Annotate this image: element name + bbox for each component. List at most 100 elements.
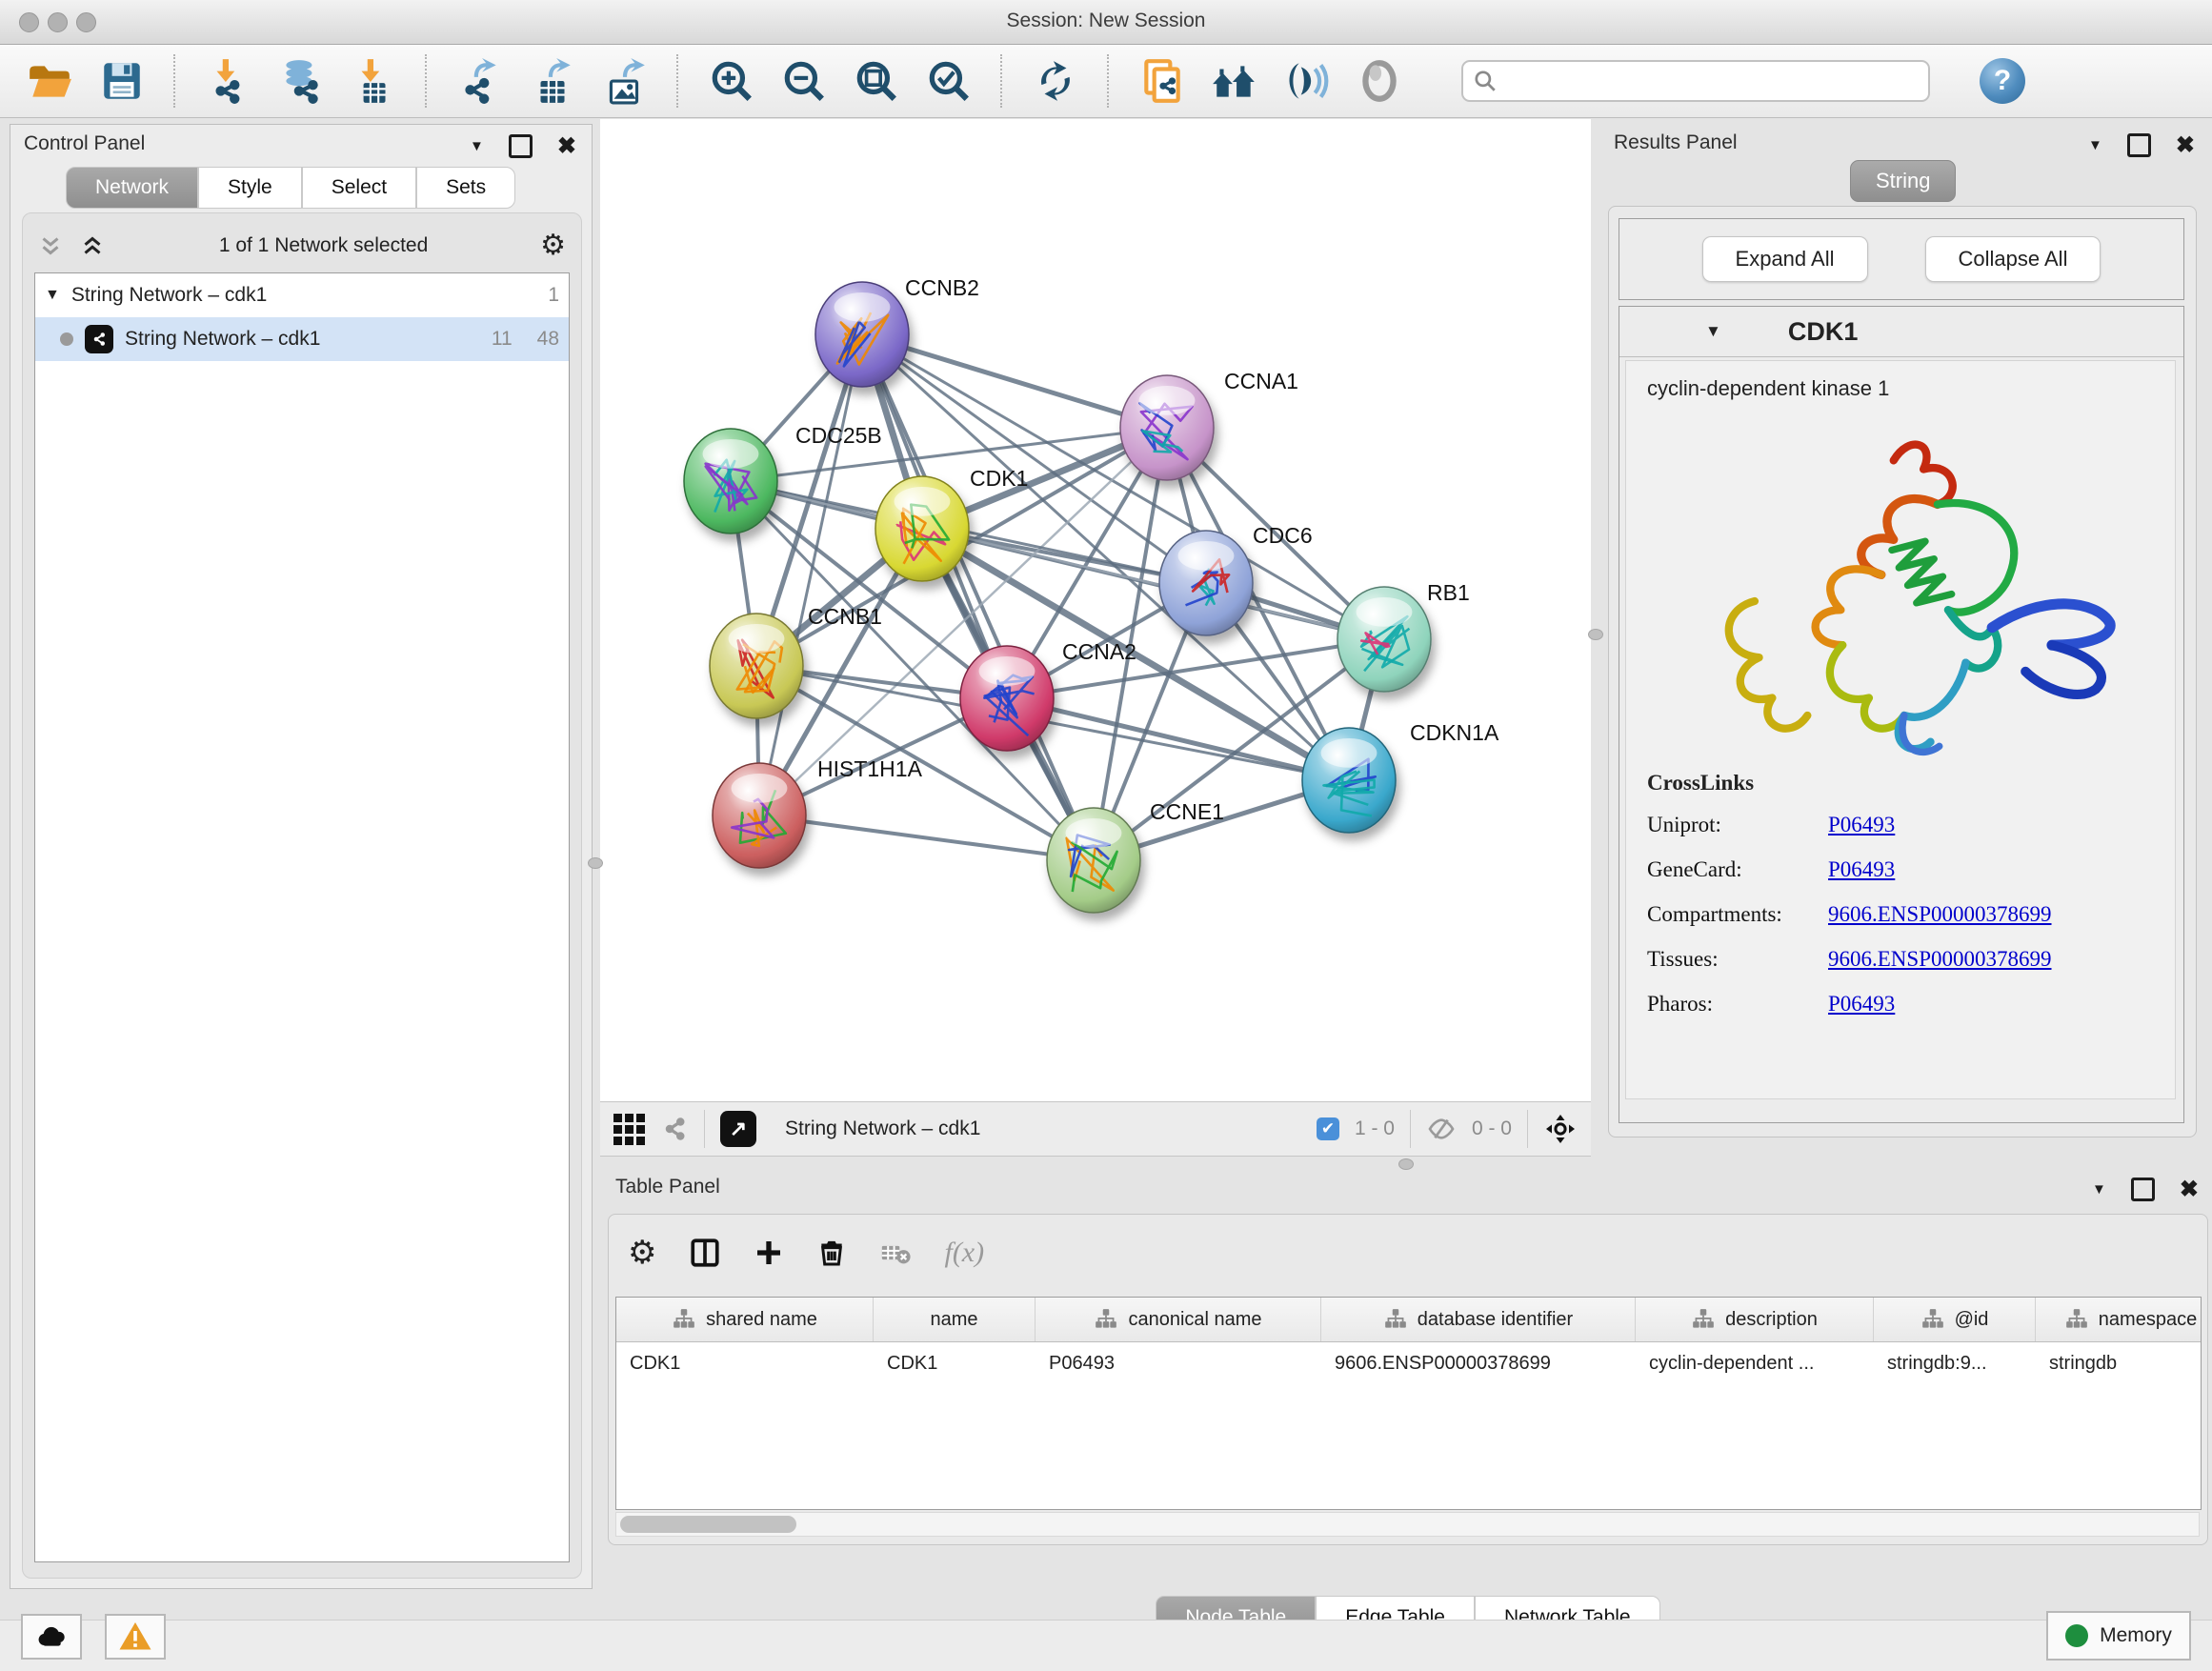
results-panel-title: Results Panel bbox=[1614, 131, 1738, 154]
network-node-RB1[interactable]: RB1 bbox=[1337, 580, 1470, 692]
table-cell[interactable]: stringdb:9... bbox=[1874, 1342, 2036, 1384]
network-options-gear-icon[interactable]: ⚙ bbox=[540, 232, 566, 260]
tab-sets[interactable]: Sets bbox=[416, 167, 515, 209]
table-cell[interactable]: CDK1 bbox=[874, 1342, 1036, 1384]
apply-layout-icon[interactable] bbox=[1031, 56, 1080, 106]
birds-eye-view-icon[interactable]: ↗ bbox=[720, 1111, 756, 1147]
selected-count-checkbox-icon[interactable]: ✔ bbox=[1317, 1117, 1339, 1140]
toolbar-search[interactable] bbox=[1461, 60, 1930, 102]
network-selection-status: 1 of 1 Network selected bbox=[107, 234, 540, 257]
table-cell[interactable]: P06493 bbox=[1036, 1342, 1321, 1384]
network-node-CDC25B[interactable]: CDC25B bbox=[684, 423, 882, 534]
crosslink-link[interactable]: P06493 bbox=[1828, 992, 1895, 1017]
column-header-database-identifier[interactable]: database identifier bbox=[1321, 1298, 1636, 1341]
hidden-eye-icon[interactable] bbox=[1426, 1114, 1457, 1144]
cloud-button[interactable] bbox=[21, 1614, 82, 1660]
collapse-all-icon[interactable] bbox=[36, 232, 65, 260]
zoom-selected-icon[interactable] bbox=[924, 56, 974, 106]
search-input[interactable] bbox=[1498, 70, 1911, 93]
tab-style[interactable]: Style bbox=[198, 167, 302, 209]
memory-button[interactable]: Memory bbox=[2046, 1611, 2191, 1661]
collapse-all-button[interactable]: Collapse All bbox=[1925, 236, 2101, 282]
horizontal-splitter-handle[interactable] bbox=[1398, 1158, 1414, 1170]
grid-view-icon[interactable] bbox=[613, 1114, 645, 1145]
column-header-@id[interactable]: @id bbox=[1874, 1298, 2036, 1341]
tab-string[interactable]: String bbox=[1850, 160, 1956, 202]
network-node-HIST1H1A[interactable]: HIST1H1A bbox=[713, 756, 923, 868]
expand-all-icon[interactable] bbox=[78, 232, 107, 260]
results-panel-close-icon[interactable]: ✖ bbox=[2176, 134, 2195, 157]
results-panel-maximize-icon[interactable] bbox=[2127, 133, 2151, 157]
card-expander-icon[interactable]: ▼ bbox=[1705, 322, 1721, 341]
table-cell[interactable]: CDK1 bbox=[616, 1342, 874, 1384]
network-row[interactable]: String Network – cdk1 11 48 bbox=[35, 317, 569, 361]
network-node-CCNE1[interactable]: CCNE1 bbox=[1047, 799, 1224, 913]
table-cell[interactable]: cyclin-dependent ... bbox=[1636, 1342, 1874, 1384]
control-panel-maximize-icon[interactable] bbox=[509, 134, 533, 158]
crosslink-link[interactable]: 9606.ENSP00000378699 bbox=[1828, 947, 2052, 972]
column-header-namespace[interactable]: namespace bbox=[2036, 1298, 2202, 1341]
collection-expander-icon[interactable]: ▼ bbox=[45, 287, 60, 304]
add-column-icon[interactable] bbox=[754, 1238, 784, 1268]
table-cell[interactable]: stringdb bbox=[2036, 1342, 2202, 1384]
control-panel: Control Panel ▼ ✖ Network Style Select S… bbox=[10, 124, 593, 1589]
expand-all-button[interactable]: Expand All bbox=[1702, 236, 1868, 282]
column-header-shared-name[interactable]: shared name bbox=[616, 1298, 874, 1341]
table-panel-maximize-icon[interactable] bbox=[2131, 1178, 2155, 1201]
table-horizontal-scrollbar[interactable] bbox=[615, 1512, 2200, 1537]
network-view-icon[interactable] bbox=[660, 1115, 689, 1143]
node-count: 11 bbox=[492, 328, 513, 351]
crosslink-link[interactable]: P06493 bbox=[1828, 813, 1895, 837]
string-home-icon[interactable] bbox=[1210, 56, 1259, 106]
network-collection-row[interactable]: ▼ String Network – cdk1 1 bbox=[35, 273, 569, 317]
network-edge[interactable] bbox=[862, 334, 1094, 860]
network-canvas[interactable]: CCNB2CCNA1CDC25BCDK1CDC6RB1CCNB1CCNA2CDK… bbox=[600, 119, 1591, 1101]
table-panel-float-icon[interactable]: ▼ bbox=[2092, 1181, 2106, 1198]
clone-network-icon[interactable] bbox=[1137, 56, 1187, 106]
crosslink-row: Compartments:9606.ENSP00000378699 bbox=[1647, 902, 2052, 927]
show-graphics-details-icon[interactable] bbox=[1282, 56, 1332, 106]
table-cell[interactable]: 9606.ENSP00000378699 bbox=[1321, 1342, 1636, 1384]
network-node-CCNA1[interactable]: CCNA1 bbox=[1120, 369, 1298, 480]
import-table-file-icon[interactable] bbox=[349, 56, 398, 106]
zoom-fit-icon[interactable] bbox=[852, 56, 901, 106]
zoom-out-icon[interactable] bbox=[779, 56, 829, 106]
network-node-CDC6[interactable]: CDC6 bbox=[1159, 523, 1313, 635]
show-columns-icon[interactable] bbox=[689, 1237, 721, 1269]
table-settings-gear-icon[interactable]: ⚙ bbox=[628, 1237, 656, 1269]
network-node-CDKN1A[interactable]: CDKN1A bbox=[1302, 720, 1499, 833]
string-results-body: Expand All Collapse All ▼ CDK1 cyclin-de… bbox=[1608, 206, 2197, 1137]
crosslink-link[interactable]: P06493 bbox=[1828, 857, 1895, 882]
table-row[interactable]: CDK1CDK1P064939606.ENSP00000378699cyclin… bbox=[616, 1342, 2201, 1384]
network-node-CCNB2[interactable]: CCNB2 bbox=[815, 275, 979, 387]
export-table-icon[interactable] bbox=[528, 56, 577, 106]
crosslink-link[interactable]: 9606.ENSP00000378699 bbox=[1828, 902, 2052, 927]
control-panel-float-icon[interactable]: ▼ bbox=[470, 138, 484, 154]
network-edge[interactable] bbox=[759, 815, 1094, 860]
column-header-canonical-name[interactable]: canonical name bbox=[1036, 1298, 1321, 1341]
tab-network[interactable]: Network bbox=[66, 167, 198, 209]
tab-select[interactable]: Select bbox=[302, 167, 416, 209]
export-network-icon[interactable] bbox=[455, 56, 505, 106]
help-button[interactable]: ? bbox=[1980, 58, 2025, 104]
zoom-in-icon[interactable] bbox=[707, 56, 756, 106]
network-edge[interactable] bbox=[759, 334, 862, 815]
control-panel-close-icon[interactable]: ✖ bbox=[557, 135, 576, 158]
export-image-icon[interactable] bbox=[600, 56, 650, 106]
scrollbar-thumb[interactable] bbox=[620, 1516, 796, 1533]
column-header-description[interactable]: description bbox=[1636, 1298, 1874, 1341]
import-network-database-icon[interactable] bbox=[276, 56, 326, 106]
table-panel-close-icon[interactable]: ✖ bbox=[2180, 1178, 2199, 1201]
open-session-icon[interactable] bbox=[25, 56, 74, 106]
column-type-icon bbox=[1383, 1307, 1408, 1332]
network-node-CCNB1[interactable]: CCNB1 bbox=[710, 604, 882, 718]
delete-column-icon[interactable] bbox=[816, 1238, 847, 1268]
column-header-name[interactable]: name bbox=[874, 1298, 1036, 1341]
results-panel-float-icon[interactable]: ▼ bbox=[2088, 137, 2102, 153]
navigator-crosshair-icon[interactable] bbox=[1543, 1112, 1578, 1146]
save-session-icon[interactable] bbox=[97, 56, 147, 106]
left-splitter-handle[interactable] bbox=[588, 857, 603, 869]
hide-graphics-details-icon[interactable] bbox=[1355, 56, 1404, 106]
import-network-file-icon[interactable] bbox=[204, 56, 253, 106]
warnings-button[interactable] bbox=[105, 1614, 166, 1660]
